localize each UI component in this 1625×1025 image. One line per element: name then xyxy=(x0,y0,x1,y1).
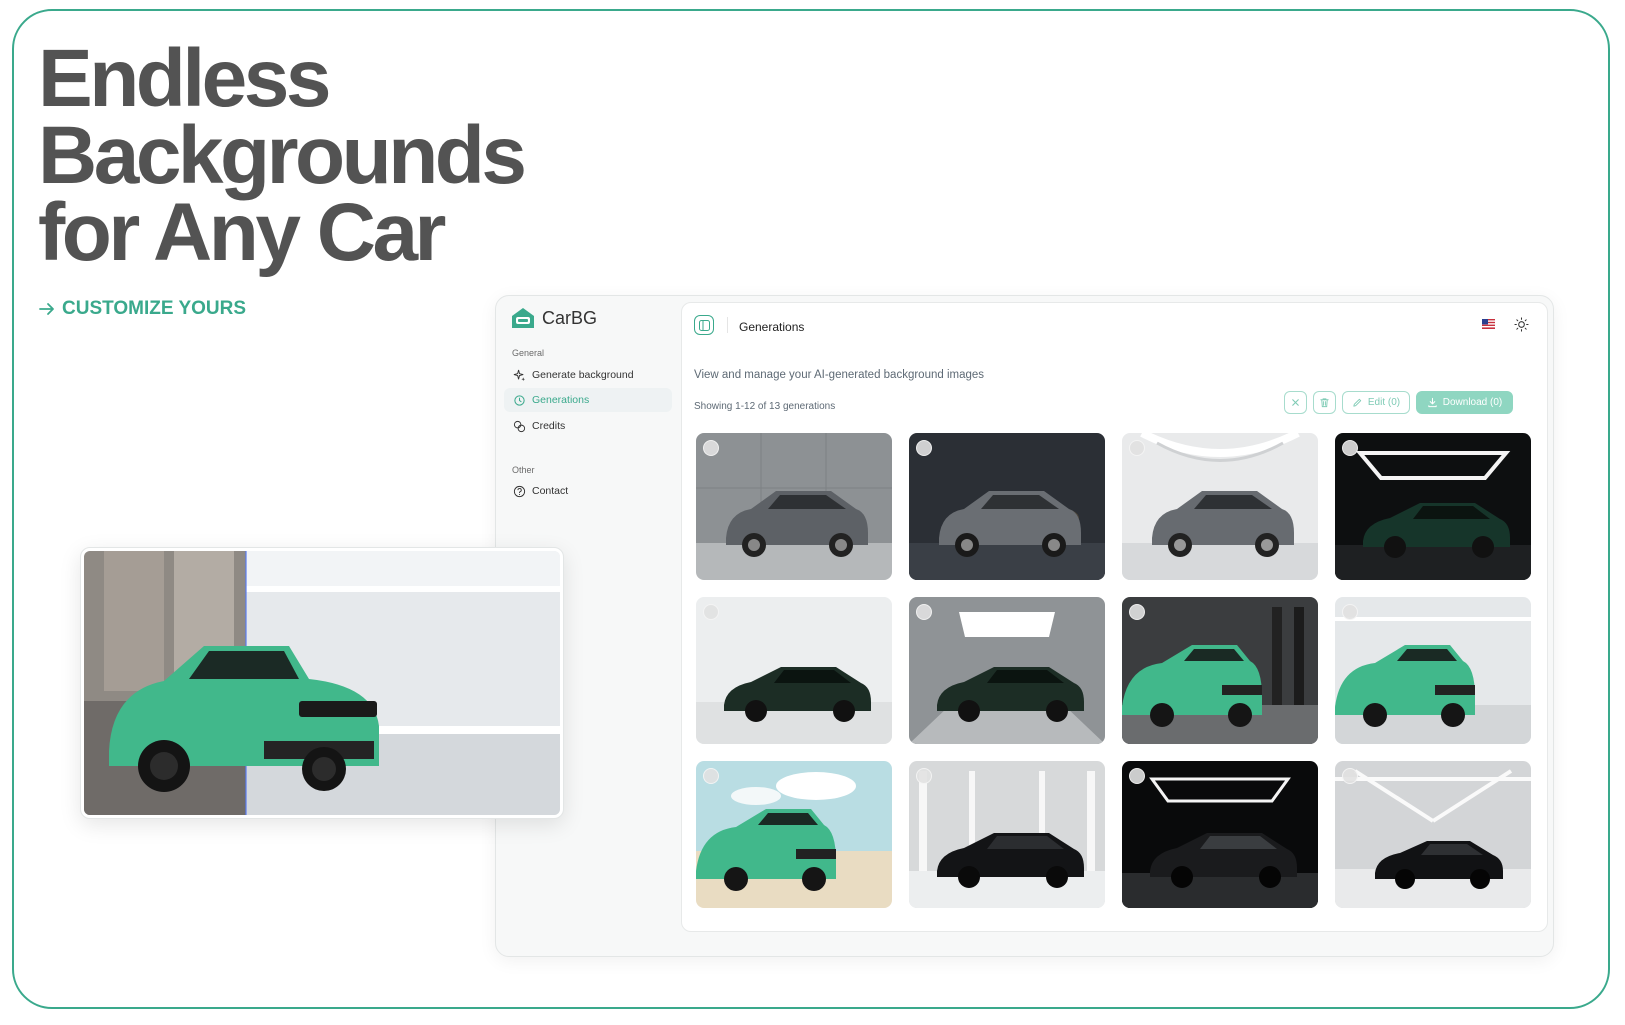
generation-card-8[interactable] xyxy=(1335,597,1531,744)
hero-title-line-3: for Any Car xyxy=(38,187,446,278)
hero-title-line-2: Backgrounds xyxy=(38,110,527,201)
select-checkbox[interactable] xyxy=(916,768,932,784)
generation-image xyxy=(1122,433,1318,580)
select-checkbox[interactable] xyxy=(916,604,932,620)
select-checkbox[interactable] xyxy=(1342,604,1358,620)
select-checkbox[interactable] xyxy=(1129,768,1145,784)
help-circle-icon xyxy=(513,485,526,497)
sparkles-icon xyxy=(513,369,526,381)
generation-image xyxy=(1335,761,1531,908)
hero-title-line-1: Endless xyxy=(38,33,331,124)
coins-icon xyxy=(513,420,526,432)
select-checkbox[interactable] xyxy=(916,440,932,456)
select-checkbox[interactable] xyxy=(703,768,719,784)
generation-card-1[interactable] xyxy=(696,433,892,580)
sidebar-item-generate-background[interactable]: Generate background xyxy=(504,363,672,387)
edit-button-label: Edit (0) xyxy=(1367,397,1401,408)
app-window: CarBG General Generate background Genera… xyxy=(495,295,1554,957)
generation-card-6[interactable] xyxy=(909,597,1105,744)
generation-image xyxy=(909,761,1105,908)
sidebar-item-credits[interactable]: Credits xyxy=(504,414,672,438)
brand-name: CarBG xyxy=(542,307,598,328)
generation-card-10[interactable] xyxy=(909,761,1105,908)
generations-count: Showing 1-12 of 13 generations xyxy=(694,401,836,412)
generations-panel: Generations View and manage your AI-gene… xyxy=(681,302,1548,932)
customize-link[interactable]: CUSTOMIZE YOURS xyxy=(38,298,246,320)
delete-button[interactable] xyxy=(1313,391,1336,414)
download-button-label: Download (0) xyxy=(1442,397,1503,408)
sidebar-item-generations[interactable]: Generations xyxy=(504,388,672,412)
us-flag-icon[interactable] xyxy=(1482,319,1495,329)
garage-car-icon xyxy=(512,308,534,328)
page-title: Generations xyxy=(739,320,805,334)
generation-card-5[interactable] xyxy=(696,597,892,744)
download-button[interactable]: Download (0) xyxy=(1416,391,1513,414)
sidebar-item-label: Generate background xyxy=(532,369,634,381)
sidebar-group-general: General xyxy=(512,348,545,358)
generation-image xyxy=(696,761,892,908)
generation-image xyxy=(1122,597,1318,744)
generation-image xyxy=(696,433,892,580)
customize-link-label: CUSTOMIZE YOURS xyxy=(62,298,247,319)
panel-left-icon xyxy=(698,319,710,331)
edit-button[interactable]: Edit (0) xyxy=(1342,391,1410,414)
generation-card-7[interactable] xyxy=(1122,597,1318,744)
select-checkbox[interactable] xyxy=(1129,440,1145,456)
select-checkbox[interactable] xyxy=(703,604,719,620)
sidebar-item-label: Generations xyxy=(532,394,590,406)
generation-image xyxy=(696,597,892,744)
generation-card-12[interactable] xyxy=(1335,761,1531,908)
brand-logo[interactable]: CarBG xyxy=(510,306,597,330)
arrow-right-icon xyxy=(39,303,54,315)
sidebar-item-contact[interactable]: Contact xyxy=(504,479,672,503)
generation-card-3[interactable] xyxy=(1122,433,1318,580)
hero-title: Endless Backgrounds for Any Car xyxy=(38,33,527,278)
pencil-icon xyxy=(1353,398,1362,407)
trash-icon xyxy=(1320,398,1329,408)
generation-image xyxy=(909,433,1105,580)
generation-card-2[interactable] xyxy=(909,433,1105,580)
generation-card-11[interactable] xyxy=(1122,761,1318,908)
page-subtitle: View and manage your AI-generated backgr… xyxy=(694,369,985,381)
before-after-image xyxy=(84,551,560,815)
header-divider xyxy=(727,317,728,333)
history-icon xyxy=(514,394,525,406)
generation-image xyxy=(1335,597,1531,744)
clear-selection-button[interactable] xyxy=(1284,391,1307,414)
generation-card-4[interactable] xyxy=(1335,433,1531,580)
generation-image xyxy=(1335,433,1531,580)
select-checkbox[interactable] xyxy=(1129,604,1145,620)
select-checkbox[interactable] xyxy=(1342,440,1358,456)
sidebar-item-label: Contact xyxy=(532,485,569,497)
x-icon xyxy=(1292,399,1299,406)
sidebar-toggle-button[interactable] xyxy=(694,315,714,335)
generation-image xyxy=(909,597,1105,744)
sun-icon[interactable] xyxy=(1514,317,1529,332)
before-after-comparison[interactable] xyxy=(80,547,564,819)
sidebar-group-other: Other xyxy=(512,465,535,475)
generation-image xyxy=(1122,761,1318,908)
generation-card-9[interactable] xyxy=(696,761,892,908)
select-checkbox[interactable] xyxy=(703,440,719,456)
download-icon xyxy=(1428,397,1437,408)
select-checkbox[interactable] xyxy=(1342,768,1358,784)
sidebar-item-label: Credits xyxy=(532,420,566,432)
